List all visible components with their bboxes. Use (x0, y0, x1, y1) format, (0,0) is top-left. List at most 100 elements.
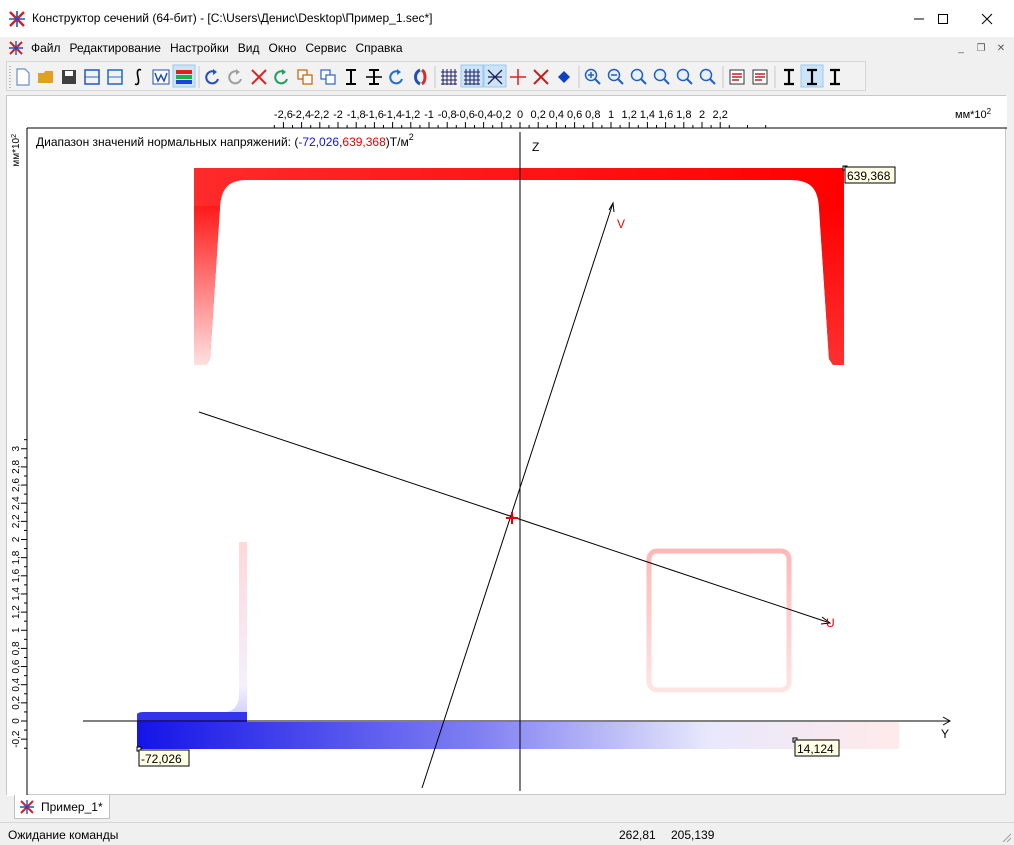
zoom-prev-icon[interactable] (676, 68, 693, 85)
x-tick-label: -0,8 (438, 109, 457, 121)
word-icon[interactable] (152, 69, 170, 85)
ibeam-icon[interactable] (346, 69, 356, 85)
zoom-fit-icon[interactable] (630, 68, 647, 85)
x-tick-label: -2 (333, 109, 343, 121)
zoom-in-icon[interactable] (584, 68, 601, 85)
y-tick-label: 0,6 (11, 659, 22, 673)
rotate-icon[interactable] (274, 69, 288, 85)
y-tick-label: 2 (11, 536, 22, 542)
resize-grip-icon[interactable] (1000, 831, 1012, 843)
u-axis-label: U (826, 616, 835, 630)
y-tick-label: 0,8 (11, 641, 22, 655)
menu-bar: Файл Редактирование Настройки Вид Окно С… (0, 37, 1014, 59)
delete-icon[interactable] (251, 69, 267, 85)
x-tick-label: 1,8 (676, 109, 691, 121)
y-tick-label: 2,8 (11, 460, 22, 474)
move-icon[interactable] (366, 69, 382, 85)
drawing-canvas[interactable]: -2,6 -2,4 -2,2 -2 -1,8 -1,6 -1,4 -1,2 -1 -0,8 -0,6… (6, 95, 1007, 796)
x-tick-label: -0,2 (492, 109, 511, 121)
x-tick-label: -1,8 (347, 109, 366, 121)
zoom-window-icon[interactable] (653, 68, 670, 85)
pan-icon[interactable] (297, 69, 313, 85)
mdi-close-button[interactable]: ✕ (992, 40, 1010, 56)
y-tick-label: 0,4 (11, 677, 22, 691)
y-tick-label: 1,8 (11, 550, 22, 564)
x-tick-label: 2,2 (713, 109, 728, 121)
x-tick-label: -2,2 (310, 109, 329, 121)
x-tick-label: 0,4 (549, 109, 564, 121)
report-icon[interactable] (729, 69, 745, 85)
status-coord-y: 205,139 (671, 828, 715, 842)
close-button[interactable] (964, 0, 1010, 37)
y-tick-label: 1,4 (11, 587, 22, 601)
refresh-icon[interactable] (389, 69, 403, 85)
section-top-icon[interactable] (784, 68, 794, 86)
square-tube-section[interactable] (646, 548, 792, 693)
angle-section[interactable] (137, 542, 247, 722)
maximize-button[interactable] (920, 0, 966, 37)
print-icon[interactable] (752, 69, 768, 85)
y-unit-label: мм*102 (11, 134, 22, 167)
copy-icon[interactable] (320, 69, 336, 85)
toolbar-icons (9, 64, 840, 88)
mirror-icon[interactable] (414, 68, 427, 86)
title-bar: Конструктор сечений (64-бит) - [C:\Users… (0, 0, 1014, 37)
undo-icon[interactable] (205, 69, 219, 85)
section-icon[interactable] (84, 69, 100, 85)
point-icon[interactable] (558, 71, 570, 83)
document-tab-icon (20, 799, 34, 814)
x-tick-label: -1,2 (401, 109, 420, 121)
section-drawing[interactable]: -2,6 -2,4 -2,2 -2 -1,8 -1,6 -1,4 -1,2 -1 -0,8 -0,6… (7, 96, 1007, 796)
x-tick-label: -1,6 (365, 109, 384, 121)
zoom-out-icon[interactable] (607, 68, 624, 85)
stress-range-label: Диапазон значений нормальных напряжений:… (36, 132, 414, 149)
min-value-text: -72,026 (141, 752, 182, 766)
channel-right-flange (819, 206, 844, 365)
channel-section[interactable] (194, 168, 844, 365)
section-bot-icon[interactable] (830, 68, 840, 86)
menu-settings[interactable]: Настройки (170, 41, 229, 55)
open-icon[interactable] (38, 71, 53, 83)
menu-window[interactable]: Окно (269, 41, 297, 55)
v-axis (421, 202, 614, 789)
snap-grid-icon[interactable] (460, 64, 484, 88)
channel-left-flange (194, 206, 220, 365)
cross-icon[interactable] (510, 69, 526, 85)
new-icon[interactable] (16, 68, 30, 86)
app-logo-icon (9, 11, 25, 27)
section-mid-icon[interactable] (800, 64, 824, 88)
principal-axes-icon[interactable] (533, 69, 549, 85)
status-bar: Ожидание команды 262,81 205,139 (0, 822, 1014, 845)
x-tick-label: -2,4 (292, 109, 311, 121)
save-icon[interactable] (62, 70, 76, 84)
grid-icon[interactable] (441, 69, 457, 85)
y-tick-label: 0 (11, 718, 22, 724)
x-tick-label: 1,2 (622, 109, 637, 121)
menu-edit[interactable]: Редактирование (70, 41, 161, 55)
bottom-plate-section[interactable] (137, 722, 899, 749)
window-title: Конструктор сечений (64-бит) - [C:\Users… (32, 11, 433, 25)
redo-icon[interactable] (228, 69, 242, 85)
mdi-minimize-button[interactable]: _ (952, 40, 970, 56)
mdi-restore-button[interactable]: ❐ (972, 40, 990, 56)
colormap-icon[interactable] (172, 64, 196, 88)
menu-help[interactable]: Справка (355, 41, 402, 55)
x-tick-label: -0,4 (474, 109, 493, 121)
x-tick-label: -0,6 (456, 109, 475, 121)
y-tick-label: 0,2 (11, 695, 22, 709)
calc-icon[interactable] (107, 69, 123, 85)
y-tick-label: 1,2 (11, 605, 22, 619)
integral-icon[interactable] (134, 68, 142, 86)
zoom-all-icon[interactable] (699, 68, 716, 85)
z-axis-label: Z (532, 140, 539, 154)
tab-document[interactable]: Пример_1* (14, 795, 110, 819)
x-tick-label: -1 (424, 109, 434, 121)
maximize-icon (938, 13, 948, 24)
menu-view[interactable]: Вид (238, 41, 260, 55)
menu-service[interactable]: Сервис (305, 41, 346, 55)
x-tick-label: 0,8 (585, 109, 600, 121)
y-tick-label: 3 (11, 446, 22, 452)
menu-file[interactable]: Файл (31, 41, 61, 55)
axes-icon[interactable] (483, 64, 507, 88)
close-icon (981, 13, 993, 24)
